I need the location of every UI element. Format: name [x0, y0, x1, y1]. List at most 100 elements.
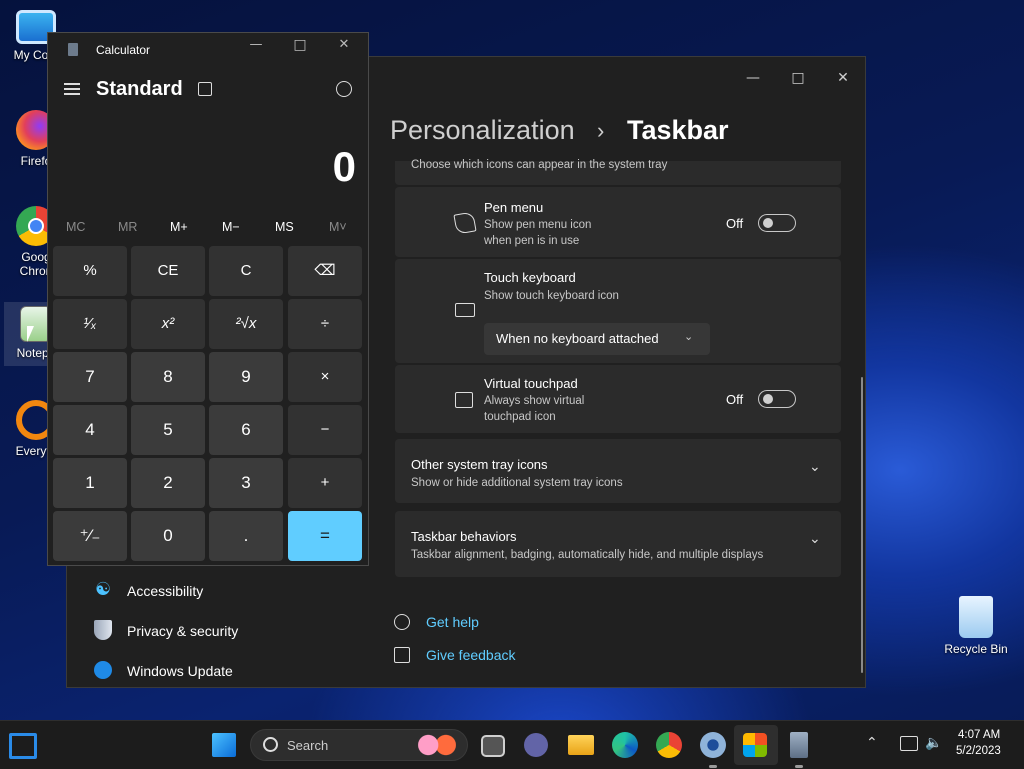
hamburger-menu-icon[interactable] — [64, 83, 80, 95]
volume-icon[interactable]: 🔈 — [925, 735, 942, 751]
square-button[interactable]: x² — [131, 299, 205, 349]
maximize-button[interactable]: □ — [284, 37, 316, 61]
desktop-icon-label: Recycle Bin — [944, 642, 1008, 656]
minimize-button[interactable]: — — [731, 63, 775, 93]
pen-icon — [453, 211, 477, 235]
negate-button[interactable]: ⁺⁄₋ — [53, 511, 127, 561]
other-tray-icons-section[interactable]: Other system tray icons Show or hide add… — [395, 439, 841, 503]
tray-description: Choose which icons can appear in the sys… — [411, 159, 668, 171]
digit-3-button[interactable]: 3 — [209, 458, 283, 508]
search-highlight-icon — [415, 734, 459, 756]
backspace-button[interactable]: ⌫ — [288, 246, 362, 296]
virtual-touchpad-desc: touchpad icon — [484, 411, 556, 423]
nav-item-windows-update[interactable]: Windows Update — [127, 663, 233, 679]
network-icon[interactable] — [900, 736, 918, 751]
close-button[interactable]: ✕ — [328, 37, 360, 61]
reciprocal-button[interactable]: ¹⁄ₓ — [53, 299, 127, 349]
pen-menu-title: Pen menu — [484, 200, 544, 215]
file-explorer-icon[interactable] — [568, 735, 594, 755]
close-button[interactable]: ✕ — [821, 63, 865, 93]
equals-button[interactable]: = — [288, 511, 362, 561]
taskbar-behaviors-section[interactable]: Taskbar behaviors Taskbar alignment, bad… — [395, 511, 841, 577]
touch-keyboard-row: Touch keyboard Show touch keyboard icon … — [395, 259, 841, 363]
keep-on-top-icon[interactable] — [198, 82, 212, 96]
give-feedback-link[interactable]: Give feedback — [426, 647, 516, 663]
subtract-button[interactable]: − — [288, 405, 362, 455]
keyboard-icon — [455, 303, 475, 317]
nav-item-privacy-security[interactable]: Privacy & security — [127, 623, 238, 639]
settings-gear-icon[interactable] — [700, 732, 726, 758]
percent-button[interactable]: % — [53, 246, 127, 296]
touch-keyboard-dropdown[interactable]: When no keyboard attached ⌄ — [484, 323, 710, 355]
behaviors-title: Taskbar behaviors — [411, 529, 517, 544]
calculator-window: Calculator — □ ✕ Standard 0 MC MR M+ M− … — [47, 32, 369, 566]
virtual-touchpad-row: Virtual touchpad Always show virtual tou… — [395, 365, 841, 433]
mouse-cursor-icon — [27, 326, 34, 342]
breadcrumb-parent[interactable]: Personalization — [390, 115, 575, 146]
decimal-button[interactable]: . — [209, 511, 283, 561]
recycle-bin-icon — [959, 596, 993, 638]
add-button[interactable]: + — [288, 458, 362, 508]
memory-subtract-button[interactable]: M− — [222, 220, 240, 234]
nav-item-accessibility[interactable]: Accessibility — [127, 583, 203, 599]
widgets-icon[interactable] — [9, 733, 37, 759]
chevron-down-icon: ⌄ — [809, 531, 821, 547]
start-button[interactable] — [212, 733, 236, 757]
digit-7-button[interactable]: 7 — [53, 352, 127, 402]
edge-icon[interactable] — [612, 732, 638, 758]
digit-2-button[interactable]: 2 — [131, 458, 205, 508]
memory-add-button[interactable]: M+ — [170, 220, 188, 234]
digit-0-button[interactable]: 0 — [131, 511, 205, 561]
calculator-app-icon — [68, 43, 78, 56]
memory-recall-button[interactable]: MR — [118, 220, 137, 234]
teams-chat-icon[interactable] — [524, 733, 548, 757]
minimize-button[interactable]: — — [240, 37, 272, 61]
behaviors-desc: Taskbar alignment, badging, automaticall… — [411, 549, 764, 561]
maximize-button[interactable]: □ — [776, 63, 820, 93]
pen-menu-row: Pen menu Show pen menu icon when pen is … — [395, 187, 841, 257]
show-hidden-icons-chevron-up-icon[interactable]: ⌃ — [866, 735, 878, 751]
desktop-icon-recycle-bin[interactable]: Recycle Bin — [940, 596, 1012, 656]
search-box[interactable]: Search — [250, 729, 468, 761]
pen-menu-desc: when pen is in use — [484, 235, 580, 247]
calculator-mode: Standard — [96, 78, 183, 100]
microsoft-store-icon[interactable] — [743, 733, 767, 757]
virtual-touchpad-title: Virtual touchpad — [484, 376, 578, 391]
digit-8-button[interactable]: 8 — [131, 352, 205, 402]
memory-clear-button[interactable]: MC — [66, 220, 85, 234]
digit-4-button[interactable]: 4 — [53, 405, 127, 455]
calculator-display: 0 — [332, 143, 356, 190]
calculator-taskbar-icon[interactable] — [790, 732, 808, 758]
other-tray-title: Other system tray icons — [411, 457, 548, 472]
shield-icon — [94, 620, 112, 640]
digit-1-button[interactable]: 1 — [53, 458, 127, 508]
digit-5-button[interactable]: 5 — [131, 405, 205, 455]
digit-6-button[interactable]: 6 — [209, 405, 283, 455]
pen-menu-toggle[interactable] — [758, 214, 796, 232]
windows-update-icon — [94, 661, 112, 679]
breadcrumb-separator: › — [597, 118, 605, 143]
history-icon[interactable] — [336, 81, 352, 97]
get-help-link[interactable]: Get help — [426, 614, 479, 630]
search-placeholder: Search — [287, 738, 329, 753]
virtual-touchpad-desc: Always show virtual — [484, 395, 585, 407]
scrollbar[interactable] — [861, 377, 863, 673]
chrome-icon[interactable] — [656, 732, 682, 758]
accessibility-icon: ☯ — [95, 579, 112, 600]
memory-store-button[interactable]: MS — [275, 220, 294, 234]
clear-button[interactable]: C — [209, 246, 283, 296]
chevron-down-icon: ⌄ — [684, 330, 694, 343]
divide-button[interactable]: ÷ — [288, 299, 362, 349]
clock-time[interactable]: 4:07 AM — [958, 729, 1000, 741]
touch-keyboard-title: Touch keyboard — [484, 270, 576, 285]
memory-list-button[interactable]: M˅ — [329, 220, 347, 234]
clear-entry-button[interactable]: CE — [131, 246, 205, 296]
clock-date[interactable]: 5/2/2023 — [956, 745, 1001, 757]
digit-9-button[interactable]: 9 — [209, 352, 283, 402]
chevron-down-icon: ⌄ — [809, 459, 821, 475]
virtual-touchpad-toggle[interactable] — [758, 390, 796, 408]
taskbar: Search ⌃ 🔈 4:07 AM 5/2/2023 — [0, 720, 1024, 769]
multiply-button[interactable]: × — [288, 352, 362, 402]
task-view-icon[interactable] — [481, 735, 505, 757]
square-root-button[interactable]: ²√x — [209, 299, 283, 349]
